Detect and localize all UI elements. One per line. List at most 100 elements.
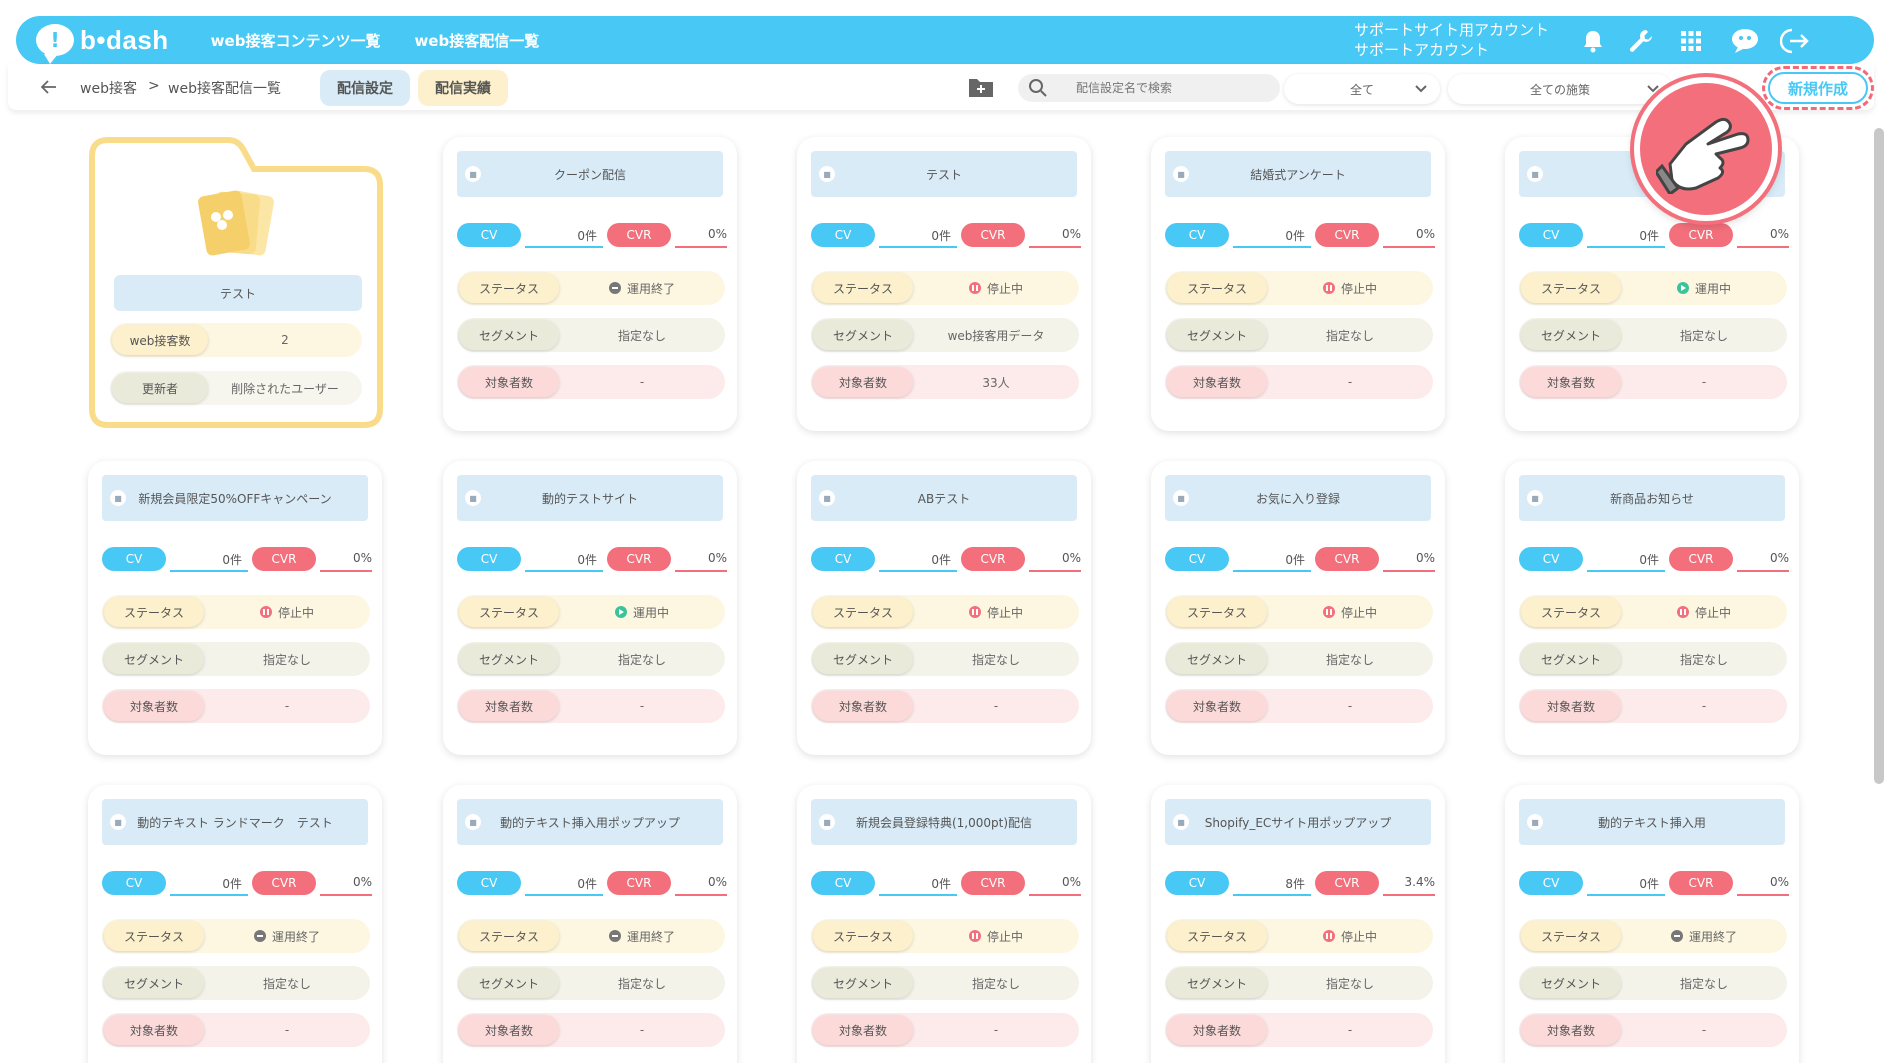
target-row: 対象者数 - [102, 689, 370, 723]
nav-delivery-list[interactable]: web接客配信一覧 [414, 30, 539, 51]
target-label: 対象者数 [813, 691, 913, 721]
status-text: 運用終了 [626, 281, 675, 296]
delivery-card[interactable]: ■ 新規会員限定50%OFFキャンペーン CV 0件 CVR 0% ステータス 停止中 セグメン… [88, 461, 382, 755]
delivery-card[interactable]: ■ 結婚式アンケート CV 0件 CVR 0% ステータス 停止中 セグメント 指定なし 対象者数 - [1151, 137, 1445, 431]
status-row: ステータス 停止中 [811, 271, 1079, 305]
status-value: 停止中 [913, 604, 1079, 621]
status-value: 停止中 [204, 604, 370, 621]
status-value: 運用終了 [1621, 928, 1787, 945]
status-label: ステータス [1521, 921, 1621, 951]
segment-row: セグメント 指定なし [1519, 318, 1787, 352]
target-value: - [284, 1023, 290, 1037]
target-value: 33人 [982, 375, 1010, 390]
delivery-card[interactable]: ■ 動的テキスト ランドマーク テスト CV 0件 CVR 0% ステータス 運用終了 セグメン… [88, 785, 382, 1063]
logout-icon[interactable] [1780, 26, 1810, 56]
status-value: 停止中 [913, 928, 1079, 945]
card-title-text: 動的テキスト挿入用ポップアップ [500, 815, 680, 830]
target-value: - [284, 699, 290, 713]
target-label: 対象者数 [1167, 1015, 1267, 1045]
card-title: ■ テスト [811, 151, 1077, 197]
status-label: ステータス [1167, 597, 1267, 627]
wrench-icon[interactable] [1626, 26, 1656, 56]
tab-delivery-settings[interactable]: 配信設定 [320, 70, 410, 106]
delivery-card[interactable]: ■ お気に入り登録 CV 0件 CVR 0% ステータス 停止中 セグメント 指定なし 対象者数 - [1151, 461, 1445, 755]
tab-delivery-results[interactable]: 配信実績 [418, 70, 508, 106]
delivery-card[interactable]: ■ テスト CV 0件 CVR 0% ステータス 停止中 セグメント web接客用データ 対象者数 3… [797, 137, 1091, 431]
support-chat-icon[interactable] [1730, 26, 1760, 56]
status-text: 運用終了 [1688, 929, 1737, 944]
breadcrumb-root[interactable]: web接客 [80, 78, 137, 98]
scrollbar[interactable] [1874, 128, 1884, 784]
cvr-badge: CVR [1669, 547, 1733, 571]
target-value: - [993, 1023, 999, 1037]
status-text: 停止中 [1340, 605, 1377, 620]
cvr-value: 0% [1415, 227, 1435, 241]
logo[interactable]: ! b•dash [36, 16, 169, 64]
logo-mark: ! [50, 28, 60, 52]
top-header: ! b•dash web接客コンテンツ一覧 web接客配信一覧 サポートサイト用… [16, 16, 1874, 64]
status-stop-icon [968, 606, 981, 618]
visitors-label: web接客数 [112, 325, 208, 355]
cvr-value: 0% [1769, 551, 1789, 565]
breadcrumb-separator: > [148, 78, 160, 94]
delivery-card[interactable]: ■ ABテスト CV 0件 CVR 0% ステータス 停止中 セグメント 指定なし 対象者数 - [797, 461, 1091, 755]
status-row: ステータス 運用終了 [457, 271, 725, 305]
folder-name: テスト [114, 275, 362, 311]
metric-row: CV 0件 CVR 0% [811, 223, 1081, 248]
status-value: 運用終了 [559, 280, 725, 297]
target-value: - [1701, 1023, 1707, 1037]
cvr-value: 0% [1769, 227, 1789, 241]
add-folder-icon[interactable] [968, 76, 994, 98]
search-input[interactable] [1076, 81, 1266, 95]
back-arrow-icon[interactable] [38, 76, 60, 98]
segment-label: セグメント [1521, 320, 1621, 350]
target-row: 対象者数 - [457, 1013, 725, 1047]
account-user: サポートアカウント [1354, 41, 1490, 59]
delivery-card[interactable]: ■ 動的テストサイト CV 0件 CVR 0% ステータス 運用中 セグメント 指定なし 対象者数 - [443, 461, 737, 755]
account-info[interactable]: サポートサイト用アカウント サポートアカウント [1354, 20, 1549, 60]
segment-value: 指定なし [1679, 652, 1728, 667]
card-title: ■ 動的テストサイト [457, 475, 723, 521]
cvr-badge: CVR [252, 547, 316, 571]
measure-filter-select[interactable]: 全ての施策 [1448, 74, 1672, 104]
bell-icon[interactable] [1578, 26, 1608, 56]
cvr-value: 0% [707, 227, 727, 241]
status-row: ステータス 停止中 [1165, 595, 1433, 629]
delivery-card[interactable]: ■ 動的テキスト挿入用 CV 0件 CVR 0% ステータス 運用終了 セグメント 指定なし 対象者… [1505, 785, 1799, 1063]
segment-row: セグメント 指定なし [1519, 642, 1787, 676]
segment-label: セグメント [813, 320, 913, 350]
segment-row: セグメント 指定なし [457, 966, 725, 1000]
cv-underline [525, 894, 603, 896]
card-title: ■ Shopify_ECサイト用ポップアップ [1165, 799, 1431, 845]
folder-card[interactable]: テスト web接客数 2 更新者 削除されたユーザー [88, 137, 384, 429]
tag-icon: ■ [1527, 814, 1543, 830]
tag-icon: ■ [819, 814, 835, 830]
card-title: ■ 新商品お知らせ [1519, 475, 1785, 521]
status-text: 停止中 [1340, 929, 1377, 944]
delivery-card[interactable]: ■ クーポン配信 CV 0件 CVR 0% ステータス 運用終了 セグメント 指定なし 対象者数 - [443, 137, 737, 431]
cvr-badge: CVR [607, 223, 671, 247]
create-new-button[interactable]: 新規作成 [1762, 66, 1874, 110]
card-title-text: ABテスト [917, 491, 971, 506]
cvr-underline [1029, 246, 1081, 248]
grid-apps-icon[interactable] [1676, 26, 1706, 56]
tag-icon: ■ [819, 490, 835, 506]
delivery-card[interactable]: ■ 動的テキスト挿入用ポップアップ CV 0件 CVR 0% ステータス 運用終了 セグメント 指… [443, 785, 737, 1063]
status-row: ステータス 運用終了 [102, 919, 370, 953]
tag-icon: ■ [1173, 814, 1189, 830]
delivery-card[interactable]: ■ Shopify_ECサイト用ポップアップ CV 8件 CVR 3.4% ステータス 停止中… [1151, 785, 1445, 1063]
segment-value: 指定なし [262, 652, 311, 667]
status-value: 停止中 [1267, 280, 1433, 297]
target-value: - [639, 1023, 645, 1037]
status-stop-icon [259, 606, 272, 618]
nav-contents-list[interactable]: web接客コンテンツ一覧 [211, 30, 381, 51]
search-bar[interactable] [1018, 74, 1280, 102]
delivery-card[interactable]: ■ 新商品お知らせ CV 0件 CVR 0% ステータス 停止中 セグメント 指定なし 対象者数 - [1505, 461, 1799, 755]
target-label: 対象者数 [813, 1015, 913, 1045]
segment-label: セグメント [104, 644, 204, 674]
delivery-card[interactable]: ■ 新規会員登録特典(1,000pt)配信 CV 0件 CVR 0% ステータス 停止中 セグメ… [797, 785, 1091, 1063]
segment-value: 指定なし [1679, 976, 1728, 991]
tag-icon: ■ [819, 166, 835, 182]
status-text: 停止中 [986, 605, 1023, 620]
status-filter-select[interactable]: 全て [1284, 74, 1440, 104]
